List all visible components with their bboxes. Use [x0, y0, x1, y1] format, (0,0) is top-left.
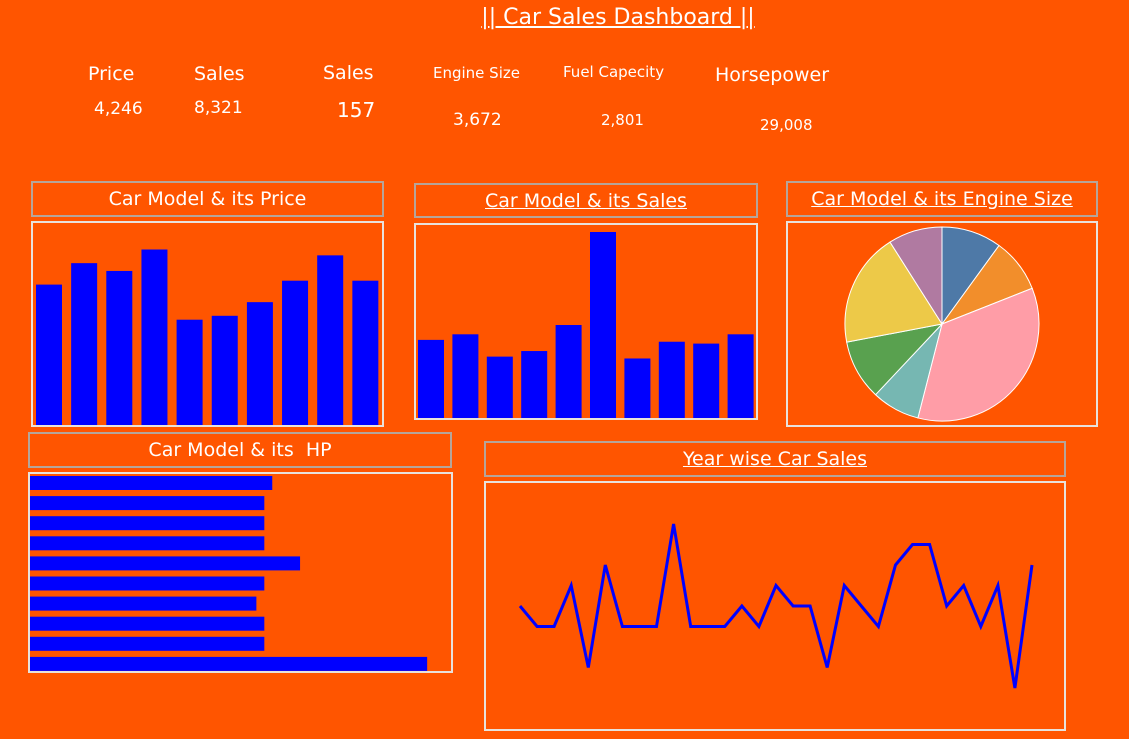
year-chart-title: Year wise Car Sales — [484, 441, 1066, 477]
price-bar — [176, 319, 203, 425]
hp-bar — [30, 476, 273, 490]
kpi-fuel-capacity-label: Fuel Capecity — [563, 63, 665, 81]
kpi-engine-size-value: 3,672 — [453, 110, 502, 130]
sales-bar — [624, 358, 651, 418]
hp-chart-panel — [28, 472, 453, 673]
price-bar — [317, 255, 344, 425]
sales-chart-panel — [414, 223, 758, 420]
kpi-fuel-capacity-value: 2,801 — [601, 111, 644, 129]
price-bar — [246, 302, 273, 425]
hp-bar — [30, 556, 301, 571]
sales-bar — [590, 232, 616, 418]
hp-bar — [30, 596, 257, 611]
sales-bar — [693, 343, 720, 418]
hp-chart-title-text: Car Model & its HP — [148, 439, 332, 461]
hp-bar-chart — [30, 476, 428, 671]
year-chart-panel — [484, 481, 1066, 731]
price-bar — [141, 249, 168, 425]
sales-bar — [452, 334, 479, 418]
sales-bar — [418, 339, 444, 418]
kpi-price-label: Price — [88, 63, 135, 85]
price-chart-title-text: Car Model & its Price — [108, 188, 307, 210]
sales-bar — [521, 351, 548, 418]
hp-bar — [30, 576, 265, 591]
sales-chart-title-text: Car Model & its Sales — [485, 189, 687, 212]
price-bar-chart — [36, 249, 379, 425]
kpi-horsepower-label: Horsepower — [715, 64, 830, 86]
year-line-chart — [518, 523, 1034, 689]
price-chart-title: Car Model & its Price — [31, 181, 384, 217]
price-bar — [352, 280, 379, 425]
sales-bar — [658, 341, 685, 418]
sales-bar-chart — [418, 232, 754, 418]
price-bar — [36, 284, 62, 425]
kpi-price-value: 4,246 — [94, 99, 143, 119]
dashboard-title: || Car Sales Dashboard || — [481, 5, 755, 30]
year-sales-line — [518, 523, 1034, 689]
price-bar — [71, 263, 98, 425]
sales-bar — [555, 325, 582, 418]
kpi-engine-size-label: Engine Size — [433, 64, 520, 82]
year-chart-title-text: Year wise Car Sales — [682, 448, 868, 470]
price-chart-panel — [31, 221, 384, 427]
price-bar — [106, 270, 133, 425]
kpi-sales-value: 8,321 — [194, 98, 243, 118]
engine-chart-title-text: Car Model & its Engine Size — [811, 188, 1073, 210]
sales-chart-title: Car Model & its Sales — [414, 183, 758, 218]
engine-chart-title: Car Model & its Engine Size — [786, 181, 1098, 217]
kpi-sales-count-label: Sales — [323, 62, 374, 84]
price-bar — [211, 315, 238, 425]
engine-chart-panel — [786, 221, 1098, 427]
hp-chart-title: Car Model & its HP — [28, 432, 452, 468]
engine-pie-chart — [844, 226, 1040, 422]
sales-bar — [727, 334, 754, 418]
dashboard: { "title": "|| Car Sales Dashboard ||", … — [0, 0, 1129, 739]
hp-bar — [30, 656, 428, 671]
kpi-sales-count-value: 157 — [337, 98, 376, 122]
hp-bar — [30, 536, 265, 551]
sales-bar — [486, 356, 513, 418]
hp-bar — [30, 496, 265, 511]
hp-bar — [30, 636, 265, 651]
kpi-horsepower-value: 29,008 — [760, 116, 813, 134]
price-bar — [282, 280, 309, 425]
hp-bar — [30, 516, 265, 531]
hp-bar — [30, 616, 265, 631]
kpi-sales-label: Sales — [194, 63, 245, 85]
